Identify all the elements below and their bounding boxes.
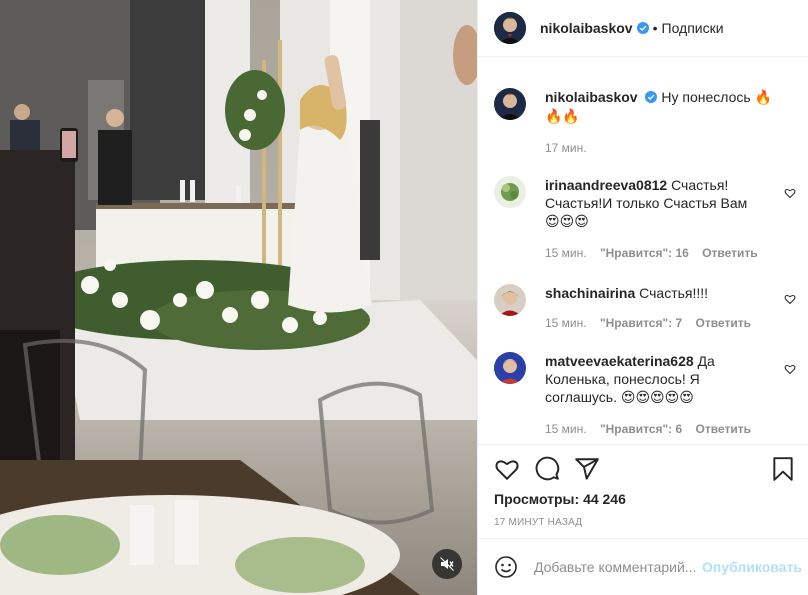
comment-emoji: 😍😍😍 (545, 214, 589, 230)
views-number: 44 246 (583, 491, 626, 507)
caption-username[interactable]: nikolaibaskov (545, 89, 638, 105)
comment-time[interactable]: 15 мин. (545, 316, 587, 330)
comment-composer: Опубликовать (478, 538, 808, 595)
comment-likes[interactable]: "Нравится": 16 (600, 246, 689, 260)
publish-button[interactable]: Опубликовать (702, 559, 802, 575)
comment-emoji: 😍😍😍😍😍 (620, 390, 694, 406)
reply-button[interactable]: Ответить (696, 422, 751, 436)
comment-time[interactable]: 15 мин. (545, 422, 587, 436)
post-video[interactable] (0, 0, 477, 595)
comment-username[interactable]: matveevaekaterina628 (545, 353, 694, 369)
post-header: nikolaibaskov • Подписки (478, 0, 808, 57)
comment-input[interactable] (534, 559, 699, 575)
heart-icon[interactable] (494, 456, 520, 482)
reply-button[interactable]: Ответить (702, 246, 757, 260)
comment-likes[interactable]: "Нравится": 6 (600, 422, 682, 436)
caption-avatar[interactable] (494, 88, 526, 120)
comment-like-heart-icon[interactable] (784, 187, 796, 199)
post-timestamp[interactable]: 17 МИНУТ НАЗАД (494, 517, 582, 528)
comment-time[interactable]: 15 мин. (545, 246, 587, 260)
post-actions: Просмотры: 44 246 17 МИНУТ НАЗАД (478, 444, 808, 528)
comment-like-heart-icon[interactable] (784, 363, 796, 375)
comment-text: Счастья!!!! (639, 285, 709, 301)
separator-dot: • (652, 20, 658, 36)
view-count[interactable]: Просмотры: 44 246 (494, 491, 626, 507)
views-label: Просмотры: (494, 491, 580, 507)
author-avatar[interactable] (494, 12, 526, 44)
comment-icon[interactable] (534, 456, 560, 482)
comment-username[interactable]: shachinairina (545, 285, 635, 301)
commenter-avatar[interactable] (494, 352, 526, 384)
commenter-avatar[interactable] (494, 176, 526, 208)
verified-badge-icon (645, 91, 658, 103)
wedding-video-frame (0, 0, 477, 595)
reply-button[interactable]: Ответить (696, 316, 751, 330)
comment-likes[interactable]: "Нравится": 7 (600, 316, 682, 330)
share-icon[interactable] (574, 456, 600, 482)
caption-text: Ну понеслось (661, 89, 751, 105)
bookmark-icon[interactable] (770, 456, 796, 482)
post-side-panel: nikolaibaskov • Подписки nikolaibaskov Н… (477, 0, 808, 595)
verified-badge-icon (636, 22, 649, 34)
mute-button[interactable] (432, 549, 462, 579)
comment-like-heart-icon[interactable] (784, 293, 796, 305)
caption-time[interactable]: 17 мин. (545, 141, 587, 155)
action-icons (494, 456, 794, 482)
commenter-avatar[interactable] (494, 284, 526, 316)
comment-username[interactable]: irinaandreeva0812 (545, 177, 667, 193)
author-username[interactable]: nikolaibaskov (540, 20, 633, 36)
speaker-muted-icon (440, 557, 454, 571)
following-button[interactable]: Подписки (662, 20, 724, 36)
smiley-icon[interactable] (494, 555, 518, 579)
comments-list[interactable]: nikolaibaskov Ну понеслось 🔥🔥🔥 17 мин. i… (478, 58, 808, 443)
